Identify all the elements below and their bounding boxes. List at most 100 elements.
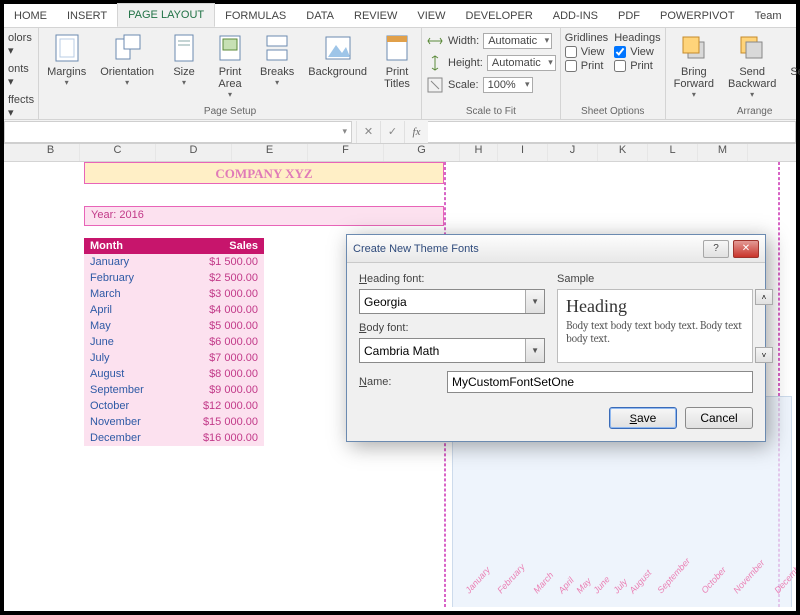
scroll-up-icon[interactable]: ˄	[755, 289, 773, 305]
tab-powerpivot[interactable]: POWERPIVOT	[650, 5, 745, 27]
name-box[interactable]	[4, 121, 352, 143]
cell-month: May	[84, 318, 174, 334]
table-row[interactable]: February$2 500.00	[84, 270, 264, 286]
table-row[interactable]: December$16 000.00	[84, 430, 264, 446]
col-header[interactable]: C	[80, 144, 156, 161]
scale-spinner[interactable]: 100%	[483, 77, 533, 93]
col-header[interactable]: H	[460, 144, 498, 161]
background-button[interactable]: Background	[304, 30, 371, 80]
cell-month: December	[84, 430, 174, 446]
selection-pane-button[interactable]: Selection Pane	[786, 30, 800, 92]
print-titles-button[interactable]: Print Titles	[377, 30, 417, 92]
size-button[interactable]: Size▾	[164, 30, 204, 89]
chart-axis-label: December	[773, 558, 796, 596]
fx-icon[interactable]: fx	[404, 121, 428, 143]
tab-formulas[interactable]: FORMULAS	[215, 5, 296, 27]
close-button[interactable]: ✕	[733, 240, 759, 258]
enter-formula-icon[interactable]: ✓	[380, 121, 404, 143]
bring-forward-button[interactable]: Bring Forward▾	[670, 30, 718, 101]
sample-scrollbar[interactable]: ˄ ˅	[755, 289, 773, 363]
send-backward-button[interactable]: Send Backward▾	[724, 30, 780, 101]
width-select[interactable]: Automatic	[483, 33, 552, 49]
col-header[interactable]: M	[698, 144, 748, 161]
table-row[interactable]: October$12 000.00	[84, 398, 264, 414]
ribbon: olors ▾ onts ▾ ffects ▾ Margins▾ Orienta…	[4, 28, 796, 120]
gridlines-view-checkbox[interactable]: View	[565, 46, 608, 58]
print-titles-icon	[381, 32, 413, 64]
tab-view[interactable]: VIEW	[407, 5, 455, 27]
gridlines-header: Gridlines	[565, 32, 608, 44]
col-header[interactable]: F	[308, 144, 384, 161]
col-header[interactable]: I	[498, 144, 548, 161]
cell-month: June	[84, 334, 174, 350]
margins-button[interactable]: Margins▾	[43, 30, 90, 89]
col-header[interactable]: K	[598, 144, 648, 161]
height-select[interactable]: Automatic	[487, 55, 556, 71]
table-row[interactable]: March$3 000.00	[84, 286, 264, 302]
cell-sales: $16 000.00	[174, 430, 264, 446]
cell-month: November	[84, 414, 174, 430]
table-row[interactable]: November$15 000.00	[84, 414, 264, 430]
chart-axis-label: August	[627, 568, 653, 596]
tab-developer[interactable]: DEVELOPER	[456, 5, 543, 27]
themes-fonts[interactable]: onts ▾	[8, 61, 34, 90]
table-row[interactable]: September$9 000.00	[84, 382, 264, 398]
table-row[interactable]: January$1 500.00	[84, 254, 264, 270]
table-row[interactable]: August$8 000.00	[84, 366, 264, 382]
col-header[interactable]: B	[22, 144, 80, 161]
scroll-down-icon[interactable]: ˅	[755, 347, 773, 363]
headings-print-checkbox[interactable]: Print	[614, 60, 660, 72]
save-button[interactable]: Save	[609, 407, 677, 429]
tab-home[interactable]: HOME	[4, 5, 57, 27]
scale-icon	[426, 76, 444, 94]
col-header[interactable]: E	[232, 144, 308, 161]
formula-bar: ✕ ✓ fx	[4, 120, 796, 144]
company-title-cell[interactable]: COMPANY XYZ	[84, 162, 444, 184]
create-theme-fonts-dialog: Create New Theme Fonts ? ✕ Heading font:…	[346, 234, 766, 442]
body-font-select[interactable]: Cambria Math	[359, 338, 545, 363]
themes-colors[interactable]: olors ▾	[8, 30, 34, 59]
orientation-button[interactable]: Orientation▾	[96, 30, 158, 89]
cell-sales: $9 000.00	[174, 382, 264, 398]
heading-font-select[interactable]: Georgia	[359, 289, 545, 314]
table-row[interactable]: April$4 000.00	[84, 302, 264, 318]
tab-pdf[interactable]: PDF	[608, 5, 650, 27]
orientation-icon	[111, 32, 143, 64]
table-row[interactable]: June$6 000.00	[84, 334, 264, 350]
headings-view-checkbox[interactable]: View	[614, 46, 660, 58]
cell-sales: $2 500.00	[174, 270, 264, 286]
table-row[interactable]: May$5 000.00	[84, 318, 264, 334]
sample-label: Sample	[557, 273, 753, 285]
table-row[interactable]: July$7 000.00	[84, 350, 264, 366]
group-scale-to-fit: Width: Automatic Height: Automatic Scale…	[422, 28, 561, 119]
col-header[interactable]: G	[384, 144, 460, 161]
data-table: Month Sales January$1 500.00February$2 5…	[84, 238, 264, 446]
col-header[interactable]: L	[648, 144, 698, 161]
cancel-formula-icon[interactable]: ✕	[356, 121, 380, 143]
group-sheet-options: Gridlines View Print Headings View Print…	[561, 28, 666, 119]
cancel-button[interactable]: Cancel	[685, 407, 753, 429]
name-input[interactable]	[447, 371, 753, 393]
tab-page-layout[interactable]: PAGE LAYOUT	[117, 3, 215, 27]
tab-review[interactable]: REVIEW	[344, 5, 407, 27]
gridlines-print-checkbox[interactable]: Print	[565, 60, 608, 72]
tab-addins[interactable]: ADD-INS	[543, 5, 608, 27]
breaks-button[interactable]: Breaks▾	[256, 30, 298, 89]
chart-axis-label: March	[531, 570, 555, 595]
print-area-button[interactable]: Print Area▾	[210, 30, 250, 101]
tab-data[interactable]: DATA	[296, 5, 344, 27]
themes-effects[interactable]: ffects ▾	[8, 92, 34, 121]
sample-heading: Heading	[566, 296, 744, 317]
year-cell[interactable]: Year: 2016	[84, 206, 444, 226]
cell-month: February	[84, 270, 174, 286]
col-header[interactable]: J	[548, 144, 598, 161]
chart-axis-label: October	[699, 565, 728, 595]
ribbon-tabs: HOME INSERT PAGE LAYOUT FORMULAS DATA RE…	[4, 4, 796, 28]
tab-team[interactable]: Team	[745, 5, 792, 27]
tab-insert[interactable]: INSERT	[57, 5, 117, 27]
background-icon	[322, 32, 354, 64]
col-header[interactable]: D	[156, 144, 232, 161]
help-button[interactable]: ?	[703, 240, 729, 258]
formula-input[interactable]	[428, 121, 796, 143]
dialog-titlebar[interactable]: Create New Theme Fonts ? ✕	[347, 235, 765, 263]
